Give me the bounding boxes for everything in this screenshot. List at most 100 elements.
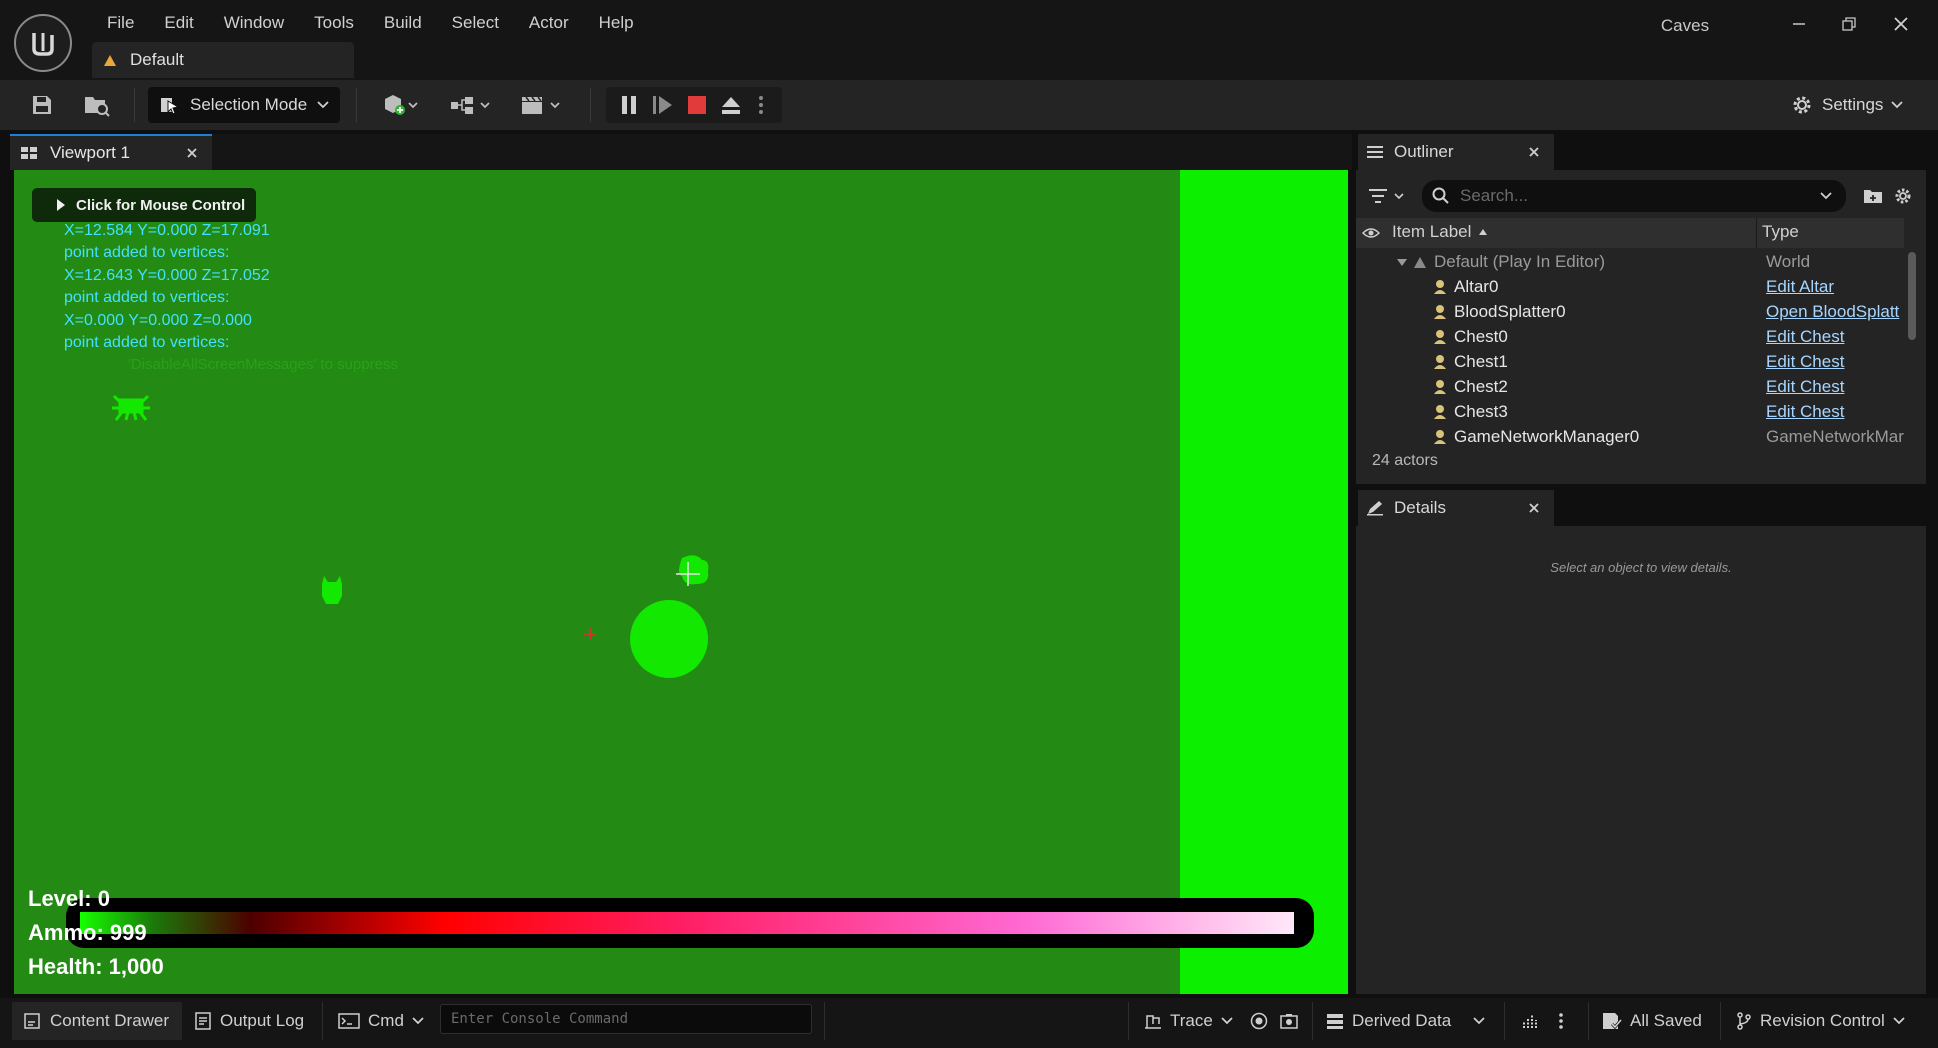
blueprints-button[interactable]	[444, 86, 498, 124]
menu-build[interactable]: Build	[369, 10, 437, 38]
actor-pawn-icon	[1434, 355, 1446, 369]
camera-icon	[1280, 1014, 1298, 1029]
root-type: World	[1766, 252, 1811, 271]
output-log-icon	[195, 1012, 211, 1030]
world-icon	[1414, 257, 1426, 268]
menu-tools[interactable]: Tools	[299, 10, 369, 38]
add-actor-icon	[385, 95, 418, 115]
console-command-input[interactable]	[440, 1004, 812, 1034]
settings-button[interactable]: Settings	[1790, 87, 1918, 123]
document-tab-label: Default	[130, 50, 184, 69]
outliner-row[interactable]: Chest1 Edit Chest	[1356, 350, 1904, 375]
cmd-dropdown[interactable]: Cmd	[338, 1002, 428, 1040]
close-window-button[interactable]	[1876, 8, 1926, 40]
chevron-down-icon	[1820, 192, 1832, 200]
eject-button[interactable]	[714, 87, 748, 123]
toolbar-separator	[590, 88, 591, 122]
tab-details[interactable]: Details	[1358, 490, 1554, 526]
level-document-tab[interactable]: Default	[92, 42, 354, 78]
selection-mode-dropdown[interactable]: Selection Mode	[148, 87, 340, 123]
play-options-button[interactable]	[748, 87, 774, 123]
derived-data-dropdown[interactable]: Derived Data	[1326, 1002, 1486, 1040]
select-cursor-icon	[161, 98, 180, 115]
save-icon	[33, 96, 51, 114]
debug-message: X=12.643 Y=0.000 Z=17.052	[64, 267, 270, 284]
row-type-link[interactable]: Edit Chest	[1766, 352, 1904, 372]
more-vertical-icon	[1559, 1013, 1563, 1029]
viewport-tab-label: Viewport 1	[50, 143, 131, 162]
row-item-label: GameNetworkManager0	[1454, 427, 1640, 446]
close-tab-icon[interactable]	[1528, 146, 1540, 158]
actor-pawn-icon	[1434, 430, 1446, 444]
unreal-logo-icon[interactable]	[14, 14, 72, 72]
row-item-label: Chest0	[1454, 327, 1508, 346]
row-type-link[interactable]: Edit Altar	[1766, 277, 1904, 297]
add-folder-icon	[1864, 190, 1882, 203]
outliner-settings-button[interactable]	[1890, 182, 1916, 210]
menu-select[interactable]: Select	[437, 10, 514, 38]
aim-marker-icon	[584, 628, 596, 640]
click-for-mouse-control-button[interactable]: Click for Mouse Control	[32, 188, 256, 222]
hud-level: Level: 0	[28, 886, 110, 911]
restore-button[interactable]	[1824, 8, 1874, 40]
visibility-eye-icon[interactable]	[1362, 226, 1380, 240]
outliner-search-field[interactable]: Search...	[1422, 180, 1846, 212]
close-tab-icon[interactable]	[1528, 502, 1540, 514]
source-control-changes-button[interactable]	[1522, 1002, 1544, 1040]
folder-search-icon	[85, 97, 110, 117]
minimize-button[interactable]	[1774, 8, 1824, 40]
all-saved-button[interactable]: All Saved	[1602, 1002, 1712, 1040]
outliner-row[interactable]: Chest0 Edit Chest	[1356, 325, 1904, 350]
row-type-link[interactable]: Open BloodSplatt	[1766, 302, 1904, 322]
browse-content-button[interactable]	[76, 86, 118, 124]
add-folder-button[interactable]	[1860, 182, 1886, 210]
revision-control-label: Revision Control	[1760, 1011, 1885, 1030]
expand-arrow-icon[interactable]	[1396, 258, 1408, 268]
column-type[interactable]: Type	[1762, 222, 1799, 242]
outliner-row[interactable]: GameNetworkManager0 GameNetworkMar	[1356, 425, 1904, 450]
trace-dropdown[interactable]: Trace	[1144, 1002, 1234, 1040]
menu-help[interactable]: Help	[584, 10, 649, 38]
actor-pawn-icon	[1434, 380, 1446, 394]
stop-button[interactable]	[680, 87, 714, 123]
row-type-link[interactable]: Edit Chest	[1766, 402, 1904, 422]
frame-skip-icon	[653, 96, 672, 114]
filter-icon	[1369, 189, 1387, 203]
game-viewport[interactable]: Click for Mouse Control X=12.584 Y=0.000…	[14, 170, 1348, 994]
player-sprite	[676, 555, 709, 586]
outliner-row[interactable]: Chest3 Edit Chest	[1356, 400, 1904, 425]
output-log-button[interactable]: Output Log	[188, 1002, 318, 1040]
menu-window[interactable]: Window	[209, 10, 299, 38]
filter-button[interactable]	[1368, 182, 1410, 210]
record-trace-button[interactable]	[1250, 1002, 1274, 1040]
screenshot-button[interactable]	[1280, 1002, 1304, 1040]
close-tab-icon[interactable]	[186, 147, 198, 159]
row-type-link[interactable]: Edit Chest	[1766, 327, 1904, 347]
column-item-label[interactable]: Item Label	[1392, 222, 1471, 242]
hud-ammo: Ammo: 999	[28, 920, 147, 945]
outliner-row[interactable]: Chest2 Edit Chest	[1356, 375, 1904, 400]
tab-viewport-1[interactable]: Viewport 1	[10, 134, 212, 170]
menu-file[interactable]: File	[92, 10, 149, 38]
more-options-button[interactable]	[1558, 1002, 1580, 1040]
save-button[interactable]	[22, 86, 62, 124]
outliner-row[interactable]: Altar0 Edit Altar	[1356, 275, 1904, 300]
actor-pawn-icon	[1434, 280, 1446, 294]
pause-button[interactable]	[612, 87, 646, 123]
content-drawer-button[interactable]: Content Drawer	[12, 1002, 182, 1040]
tab-outliner[interactable]: Outliner	[1358, 134, 1554, 170]
frame-skip-button[interactable]	[646, 87, 680, 123]
outliner-scrollbar[interactable]	[1908, 252, 1916, 340]
statusbar-separator	[1504, 1002, 1505, 1040]
outliner-row[interactable]: BloodSplatter0 Open BloodSplatt	[1356, 300, 1904, 325]
menu-edit[interactable]: Edit	[149, 10, 208, 38]
tree-root-row[interactable]: Default (Play In Editor) World	[1356, 250, 1904, 275]
row-type-link[interactable]: Edit Chest	[1766, 377, 1904, 397]
revision-control-dropdown[interactable]: Revision Control	[1736, 1002, 1916, 1040]
selection-mode-label: Selection Mode	[190, 95, 308, 114]
derived-data-icon	[1327, 1014, 1343, 1029]
cinematics-button[interactable]	[514, 86, 568, 124]
menu-actor[interactable]: Actor	[514, 10, 584, 38]
add-actor-button[interactable]	[374, 86, 428, 124]
main-toolbar: Selection Mode Settings	[0, 80, 1938, 130]
